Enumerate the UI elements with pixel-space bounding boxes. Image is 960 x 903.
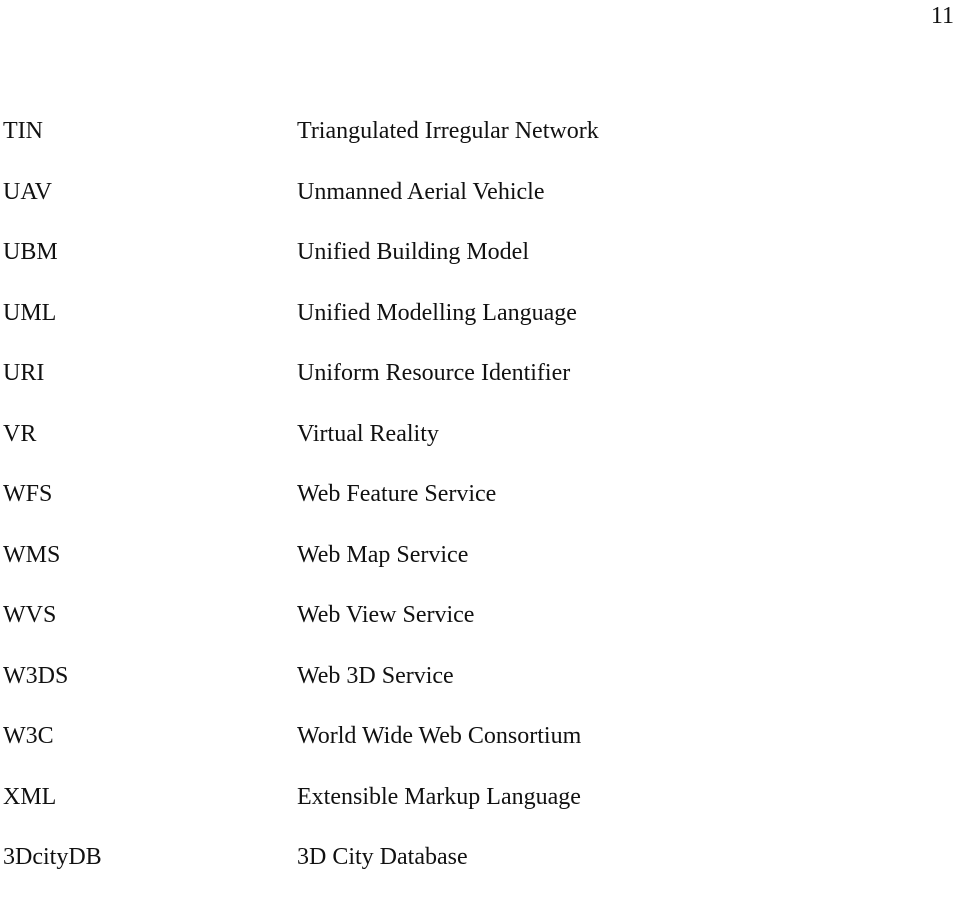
abbreviation-term: W3C: [3, 723, 54, 749]
abbreviation-definition: Virtual Reality: [297, 420, 439, 447]
abbreviation-row: 3DcityDB 3D City Database: [0, 842, 960, 903]
abbreviation-definition: 3D City Database: [297, 844, 468, 870]
abbreviation-row: XML Extensible Markup Language: [0, 782, 960, 843]
abbreviation-row: W3DS Web 3D Service: [0, 661, 960, 722]
abbreviation-term: UAV: [3, 178, 52, 205]
abbreviation-definition: Triangulated Irregular Network: [297, 118, 599, 144]
abbreviation-term: URI: [3, 360, 45, 386]
page-number: 11: [930, 3, 954, 29]
abbreviation-row: UML Unified Modelling Language: [0, 298, 960, 359]
abbreviation-definition: Web Map Service: [297, 541, 469, 568]
abbreviation-definition: Uniform Resource Identifier: [297, 360, 571, 386]
abbreviation-term: WVS: [3, 602, 57, 628]
abbreviation-term: W3DS: [3, 662, 69, 689]
abbreviation-row: VR Virtual Reality: [0, 419, 960, 480]
abbreviation-term: UBM: [3, 239, 58, 265]
abbreviation-term: UML: [3, 299, 57, 326]
abbreviation-row: TIN Triangulated Irregular Network: [0, 116, 960, 177]
abbreviation-row: UBM Unified Building Model: [0, 237, 960, 298]
abbreviation-term: TIN: [3, 118, 43, 144]
abbreviation-definition: Web 3D Service: [297, 662, 454, 689]
abbreviation-definition: Unified Building Model: [297, 239, 529, 265]
abbreviation-definition: World Wide Web Consortium: [297, 723, 582, 749]
abbreviation-definition: Unified Modelling Language: [297, 299, 577, 326]
abbreviation-list: TIN Triangulated Irregular Network UAV U…: [0, 116, 960, 903]
abbreviation-row: URI Uniform Resource Identifier: [0, 358, 960, 419]
abbreviation-definition: Web Feature Service: [297, 481, 497, 507]
abbreviation-definition: Web View Service: [297, 602, 475, 628]
abbreviation-term: WFS: [3, 481, 53, 507]
abbreviation-definition: Unmanned Aerial Vehicle: [297, 178, 545, 205]
abbreviation-term: XML: [3, 783, 57, 810]
abbreviation-row: WVS Web View Service: [0, 600, 960, 661]
abbreviation-definition: Extensible Markup Language: [297, 783, 581, 810]
abbreviation-row: WFS Web Feature Service: [0, 479, 960, 540]
abbreviation-row: UAV Unmanned Aerial Vehicle: [0, 177, 960, 238]
abbreviation-row: WMS Web Map Service: [0, 540, 960, 601]
abbreviation-row: W3C World Wide Web Consortium: [0, 721, 960, 782]
abbreviation-term: 3DcityDB: [3, 844, 102, 870]
abbreviation-term: WMS: [3, 541, 61, 568]
abbreviation-term: VR: [3, 420, 37, 447]
